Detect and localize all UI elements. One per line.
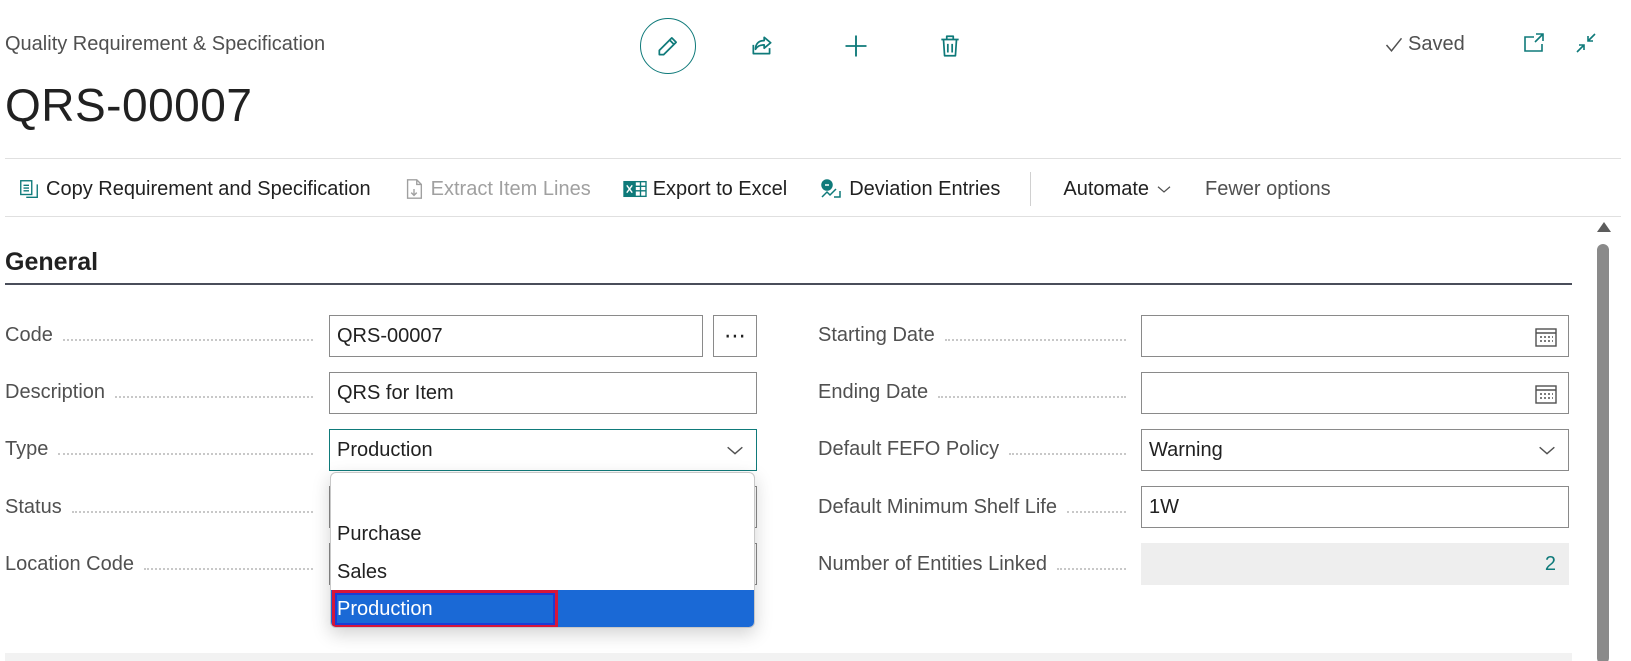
new-button[interactable] <box>828 18 884 74</box>
dropdown-option-sales[interactable]: Sales <box>331 553 754 591</box>
export-to-excel-label: Export to Excel <box>652 177 788 200</box>
type-select[interactable]: Production <box>329 429 757 471</box>
ellipsis-icon: ⋯ <box>724 323 746 348</box>
edit-button[interactable] <box>640 18 696 74</box>
scroll-up-arrow[interactable] <box>1597 222 1611 232</box>
ending-date-label: Ending Date <box>818 381 1126 404</box>
description-input[interactable]: QRS for Item <box>329 372 757 414</box>
type-label: Type <box>5 438 313 461</box>
status-label: Status <box>5 496 313 519</box>
section-underline <box>5 283 1572 285</box>
toolbar-divider-bottom <box>5 216 1621 217</box>
collapse-icon[interactable] <box>1574 31 1598 55</box>
deviation-entries-label: Deviation Entries <box>849 177 1001 200</box>
fewer-options-button[interactable]: Fewer options <box>1205 178 1331 201</box>
extract-item-lines-button[interactable]: Extract Item Lines <box>403 178 591 201</box>
page-caption: Quality Requirement & Specification <box>5 33 326 55</box>
entities-linked-value[interactable]: 2 <box>1141 543 1569 585</box>
next-section-edge <box>5 653 1572 661</box>
code-label: Code <box>5 324 313 347</box>
starting-date-input[interactable] <box>1141 315 1569 357</box>
copy-doc-icon <box>20 180 38 198</box>
extract-doc-icon <box>406 179 422 199</box>
deviation-entries-button[interactable]: Deviation Entries <box>819 177 1000 201</box>
page-title: QRS-00007 <box>5 79 253 131</box>
chevron-down-icon <box>1157 186 1171 193</box>
saved-label: Saved <box>1408 33 1465 55</box>
vertical-scrollbar[interactable] <box>1597 244 1609 661</box>
dropdown-option-blank[interactable] <box>331 477 754 515</box>
chevron-down-icon <box>727 446 743 455</box>
copy-requirement-button[interactable]: Copy Requirement and Specification <box>18 178 371 201</box>
chevron-down-icon <box>1539 446 1555 455</box>
automate-menu[interactable]: Automate <box>1063 178 1173 201</box>
excel-icon <box>623 180 647 198</box>
saved-status: Saved <box>1384 33 1465 56</box>
calendar-icon[interactable] <box>1534 325 1558 349</box>
entities-linked-label: Number of Entities Linked <box>818 553 1126 576</box>
toolbar-divider-top <box>5 158 1621 159</box>
automate-label: Automate <box>1063 177 1150 200</box>
delete-button[interactable] <box>922 18 978 74</box>
fefo-policy-select[interactable]: Warning <box>1141 429 1569 471</box>
section-title-general[interactable]: General <box>5 248 98 277</box>
ending-date-input[interactable] <box>1141 372 1569 414</box>
type-dropdown-list: Purchase Sales Production <box>330 472 755 628</box>
dropdown-option-purchase[interactable]: Purchase <box>331 515 754 553</box>
share-button[interactable] <box>734 18 790 74</box>
open-new-window-icon[interactable] <box>1522 31 1546 55</box>
checkmark-icon <box>1385 37 1403 52</box>
delete-icon <box>941 35 959 57</box>
description-label: Description <box>5 381 313 404</box>
page-actions <box>640 16 978 76</box>
edit-icon <box>658 37 677 56</box>
share-icon <box>752 36 772 55</box>
copy-requirement-label: Copy Requirement and Specification <box>46 177 371 200</box>
starting-date-label: Starting Date <box>818 324 1126 347</box>
fefo-policy-label: Default FEFO Policy <box>818 438 1126 461</box>
location-code-label: Location Code <box>5 553 313 576</box>
export-to-excel-button[interactable]: Export to Excel <box>623 177 788 201</box>
toolbar-separator <box>1030 172 1032 206</box>
code-input[interactable]: QRS-00007 <box>329 315 703 357</box>
calendar-icon[interactable] <box>1534 382 1558 406</box>
min-shelf-life-label: Default Minimum Shelf Life <box>818 496 1126 519</box>
fewer-options-label: Fewer options <box>1205 177 1331 200</box>
min-shelf-life-input[interactable]: 1W <box>1141 486 1569 528</box>
extract-item-lines-label: Extract Item Lines <box>430 177 591 200</box>
action-bar: Copy Requirement and Specification Extra… <box>18 172 1331 206</box>
add-icon <box>845 35 867 57</box>
window-controls <box>1522 31 1598 55</box>
deviation-icon <box>821 179 841 198</box>
code-assist-button[interactable]: ⋯ <box>713 315 757 357</box>
dropdown-option-production[interactable]: Production <box>331 590 754 627</box>
